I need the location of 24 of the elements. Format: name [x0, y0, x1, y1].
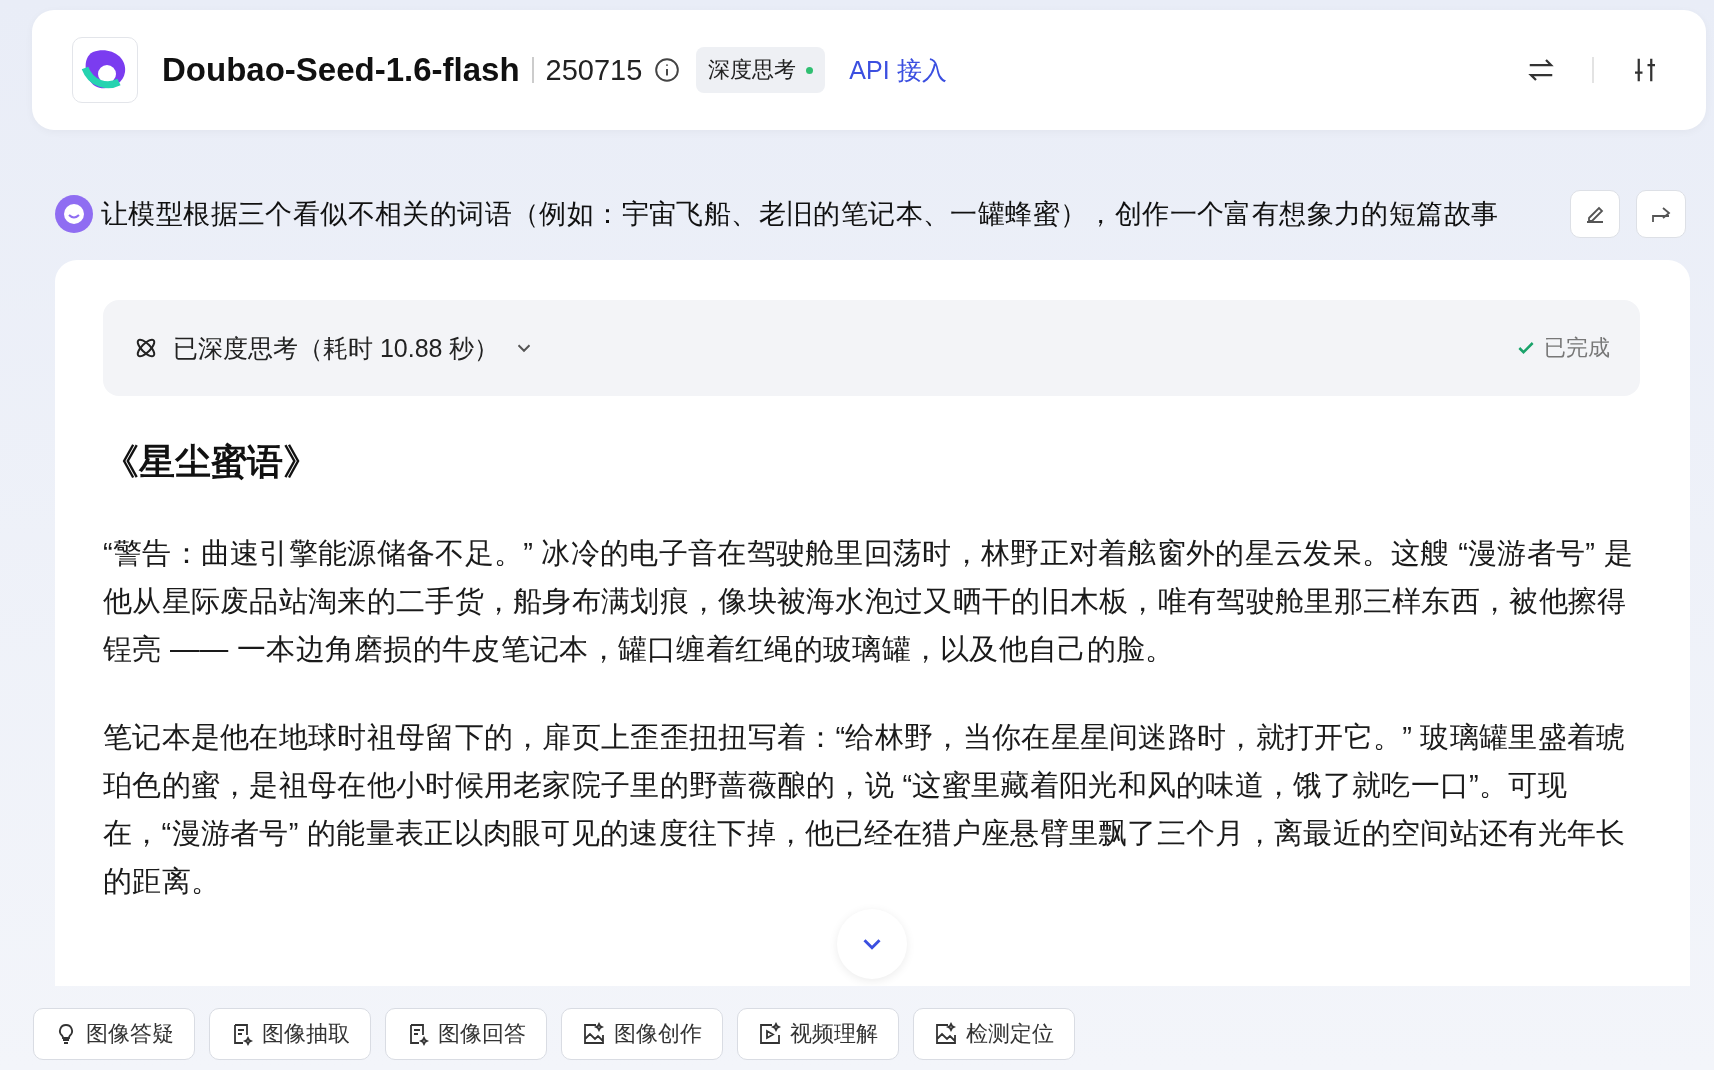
tool-button[interactable]: 视频理解 [737, 1008, 899, 1060]
story-paragraph: “警告：曲速引擎能源储备不足。” 冰冷的电子音在驾驶舱里回荡时，林野正对着舷窗外的星云发呆。这艘 “漫游者号” 是他从星际废品站淘来的二手货，船身布满划痕，像块被海水泡过又晒干的旧木板，唯有驾驶舱里那三样东西，被他擦得锃亮 —— 一本边角磨损的牛皮笔记本，罐口缠着红绳的玻璃罐，以及他自己的脸。 [103, 536, 1634, 667]
tool-button[interactable]: 图像答疑 [33, 1008, 195, 1060]
mode-tag[interactable]: 深度思考 [696, 47, 826, 93]
tool-button[interactable]: 检测定位 [913, 1008, 1075, 1060]
api-link[interactable]: API 接入 [849, 53, 947, 87]
model-version: 250715 [545, 53, 643, 87]
image-icon [582, 1022, 606, 1046]
info-icon[interactable] [654, 57, 681, 83]
tool-button[interactable]: 图像抽取 [209, 1008, 371, 1060]
edit-button[interactable] [1570, 190, 1620, 238]
story-title: 《星尘蜜语》 [103, 440, 320, 484]
tool-button[interactable]: 图像创作 [561, 1008, 723, 1060]
tool-button[interactable]: 图像回答 [385, 1008, 547, 1060]
model-name: Doubao-Seed-1.6-flash [162, 51, 520, 89]
thinking-toggle[interactable]: 已深度思考（耗时 10.88 秒） [133, 331, 536, 365]
prompt-text: 让模型根据三个看似不相关的词语（例如：宇宙飞船、老旧的笔记本、一罐蜂蜜），创作一个富有想象力的短篇故事 [101, 198, 1500, 231]
app-logo [72, 37, 138, 103]
image-icon [934, 1022, 958, 1046]
share-button[interactable] [1636, 190, 1686, 238]
video-icon [758, 1022, 782, 1046]
story-paragraph: 笔记本是他在地球时祖母留下的，扉页上歪歪扭扭写着：“给林野，当你在星星间迷路时，就打开它。” 玻璃罐里盛着琥珀色的蜜，是祖母在他小时候用老家院子里的野蔷薇酿的，说 “这蜜里藏着阳光和风的味道，饿了就吃一口”。可现在，“漫游者号” 的能量表正以肉眼可见的速度往下掉，他已经在猎户座悬臂里飘了三个月，离最近的空间站还有光年长的距离。 [103, 720, 1627, 899]
avatar-icon [55, 195, 93, 233]
status-text: 已完成 [1544, 334, 1610, 362]
